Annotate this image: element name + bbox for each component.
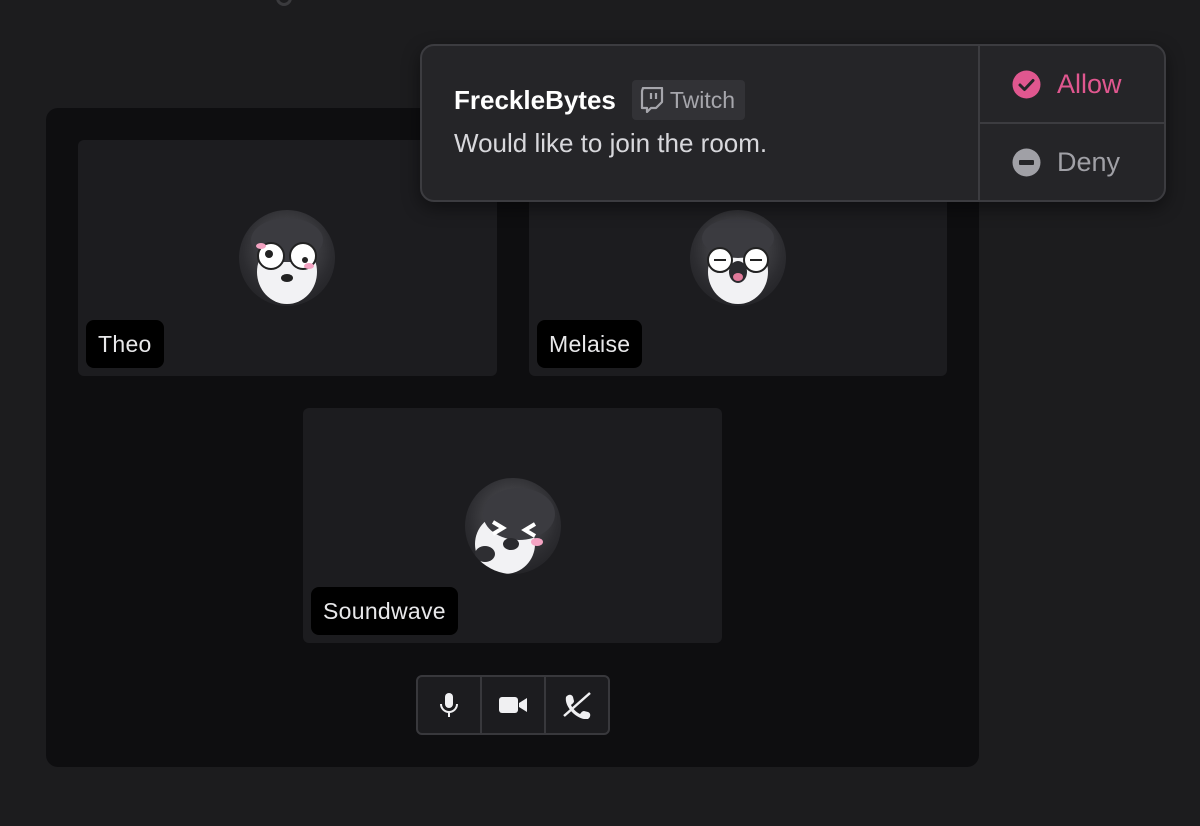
minus-circle-icon	[1012, 148, 1041, 176]
mute-button[interactable]	[418, 677, 482, 733]
participant-tile-soundwave: Soundwave	[303, 408, 722, 643]
join-request-actions: Allow Deny	[980, 46, 1164, 200]
participant-name: Theo	[86, 320, 164, 368]
hang-up-button[interactable]	[546, 677, 608, 733]
join-request-body: FreckleBytes Twitch Would like to join t…	[422, 46, 980, 200]
microphone-icon	[440, 693, 458, 717]
check-circle-icon	[1012, 70, 1041, 98]
platform-badge: Twitch	[631, 80, 746, 120]
platform-name: Twitch	[669, 86, 736, 113]
hang-up-phone-icon	[563, 692, 591, 719]
allow-label: Allow	[1057, 68, 1122, 99]
deny-button[interactable]: Deny	[980, 124, 1164, 200]
join-request-popup: FreckleBytes Twitch Would like to join t…	[420, 44, 1166, 202]
requester-username: FreckleBytes	[454, 84, 616, 115]
call-controls	[416, 675, 610, 735]
allow-button[interactable]: Allow	[980, 46, 1164, 124]
video-camera-icon	[499, 697, 527, 713]
penguin-avatar-icon	[690, 210, 786, 306]
penguin-avatar-icon	[239, 210, 335, 306]
twitch-icon	[640, 87, 663, 113]
top-indicator	[276, 0, 292, 6]
camera-button[interactable]	[482, 677, 546, 733]
join-request-message: Would like to join the room.	[454, 128, 768, 158]
penguin-avatar-icon	[465, 478, 561, 574]
deny-label: Deny	[1057, 146, 1121, 177]
participant-name: Soundwave	[311, 587, 458, 635]
participant-name: Melaise	[537, 320, 643, 368]
